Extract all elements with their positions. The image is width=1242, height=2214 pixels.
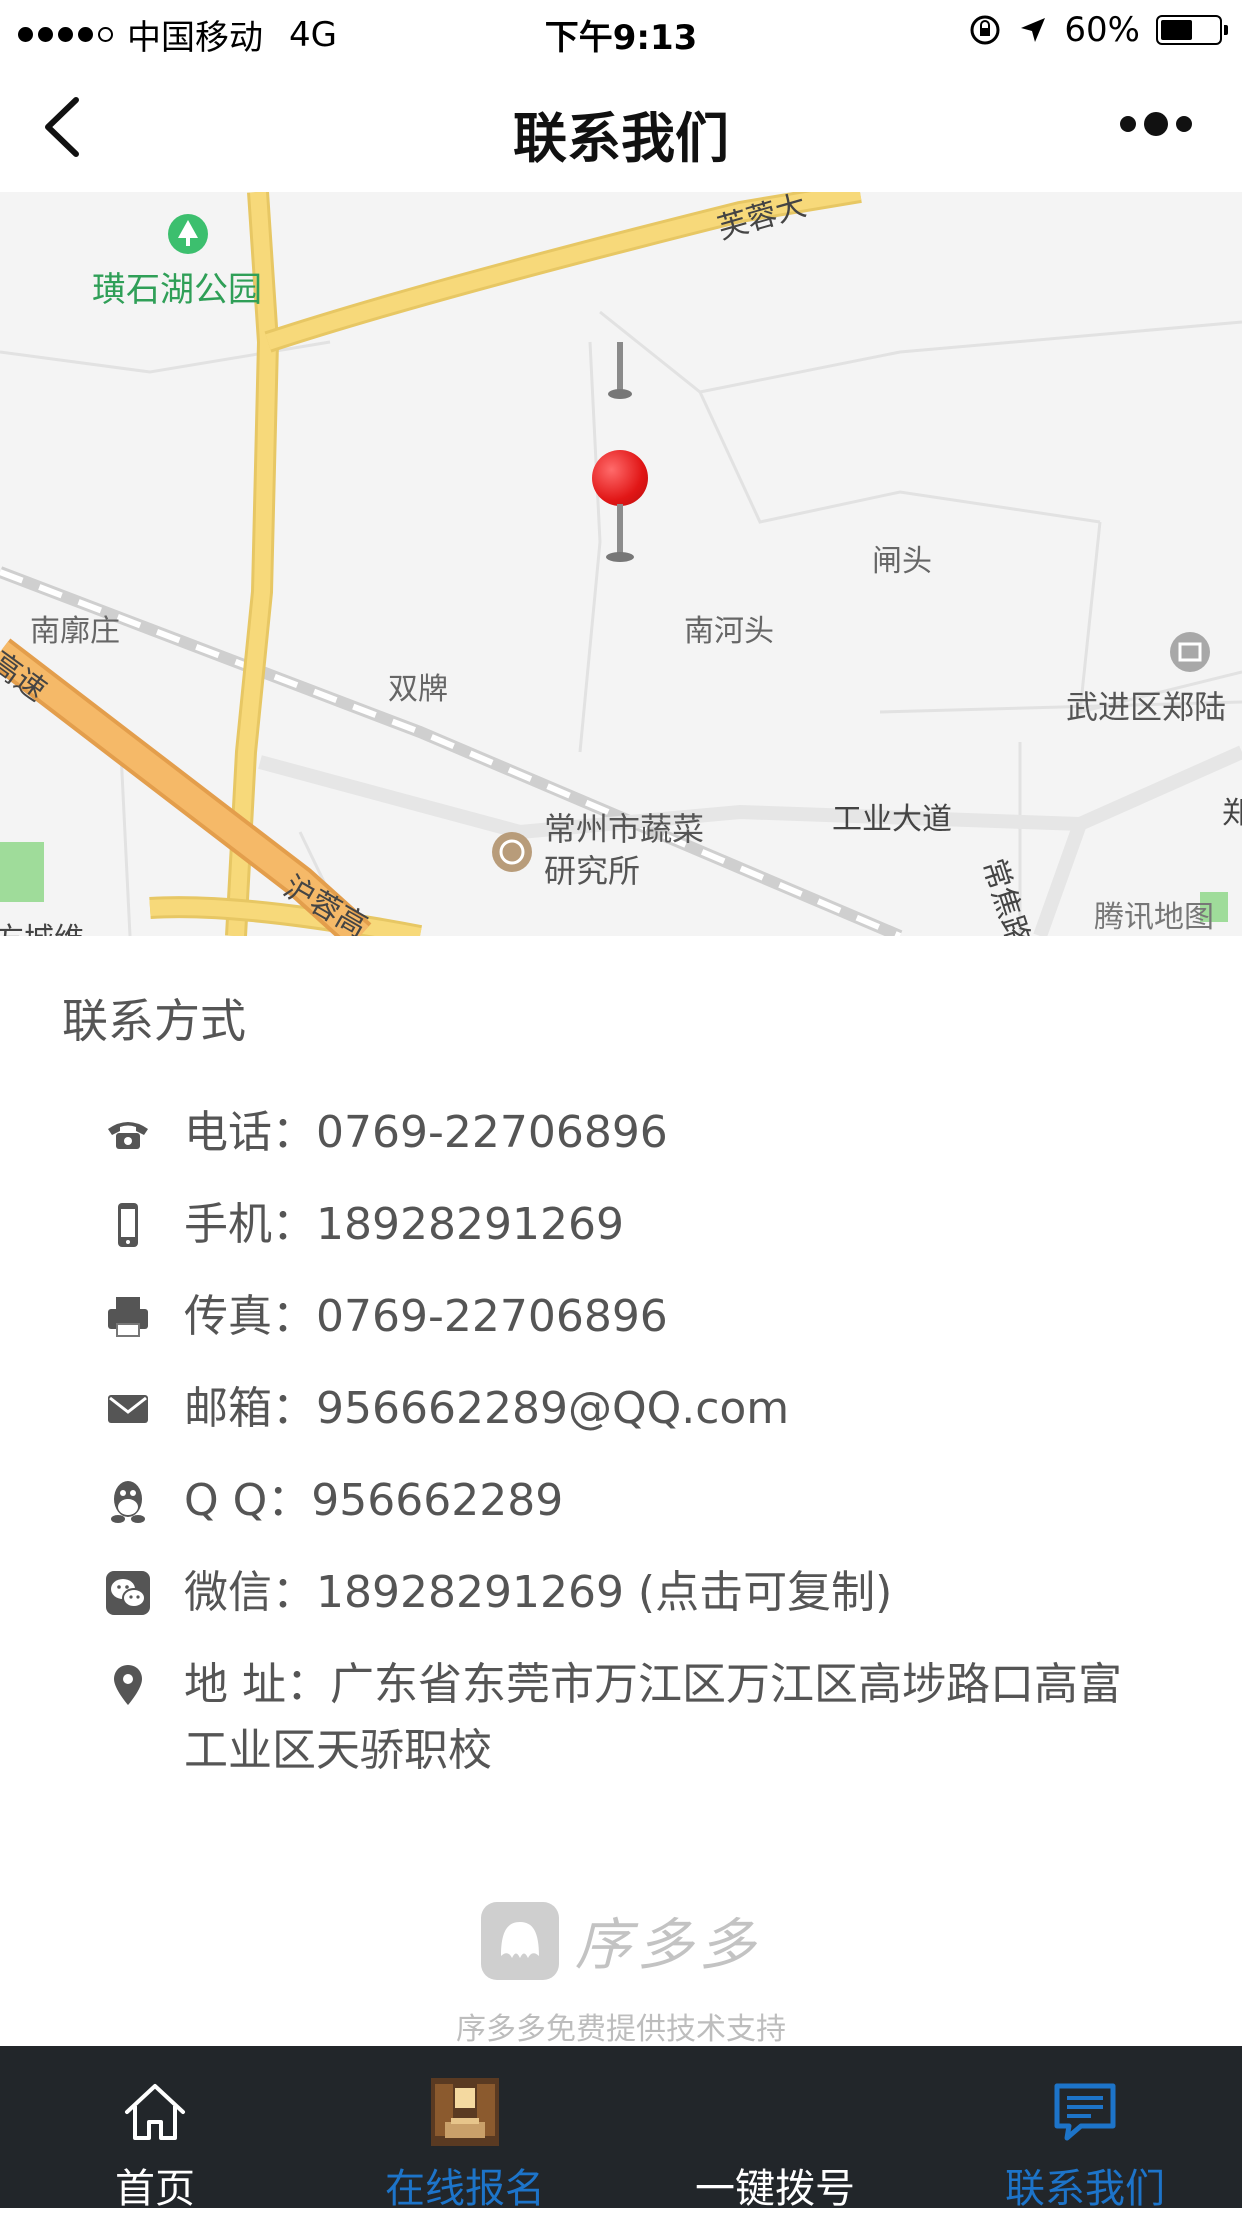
mobile-icon <box>118 1203 138 1247</box>
brand-footer: 序多多 序多多免费提供技术支持 <box>0 1900 1242 2048</box>
phone-icon <box>108 1122 148 1149</box>
dial-icon <box>741 2078 809 2146</box>
map-pin-icon[interactable] <box>592 450 648 506</box>
contact-email-text: 邮箱：956662289@QQ.com <box>184 1383 790 1434</box>
qq-icon <box>111 1481 145 1523</box>
tech-support-text: 序多多免费提供技术支持 <box>456 2011 786 2047</box>
tab-online-signup-label: 在线报名 <box>385 2166 545 2212</box>
tab-dial-label: 一键拨号 <box>695 2166 855 2212</box>
wechat-icon <box>106 1571 150 1615</box>
octopus-logo-icon <box>481 1901 559 1980</box>
tencent-map-logo: 腾讯地图 <box>1094 900 1214 935</box>
brand-name: 序多多 <box>575 1913 761 1978</box>
room-photo-icon <box>431 2078 499 2146</box>
map-label-shuangpai: 双牌 <box>388 672 448 707</box>
contact-qq-text: Q Q：956662289 <box>184 1475 564 1526</box>
home-icon <box>125 2084 185 2140</box>
contact-phone-text: 电话：0769-22706896 <box>184 1107 668 1158</box>
tab-home[interactable]: 首页 <box>0 2046 310 2212</box>
tab-bar: 首页 在线报名 一键拨号 联系我们 <box>0 2046 1242 2212</box>
map-pin-needle <box>617 504 623 554</box>
location-arrow-icon <box>1021 18 1046 42</box>
brand-logo[interactable]: 序多多 <box>481 1900 761 1981</box>
rotation-lock-icon <box>970 15 1000 45</box>
page-title: 联系我们 <box>513 107 729 170</box>
fax-icon <box>108 1297 148 1337</box>
map-label-chengwei: 方城维 <box>0 914 84 936</box>
map-pin-shadow <box>606 552 634 562</box>
map-label-wujin: 武进区郑陆 <box>1066 688 1227 726</box>
status-right: 60% <box>968 10 1228 50</box>
map-label-nankuozhuang: 南廓庄 <box>30 614 120 649</box>
battery-percent: 60% <box>1064 10 1140 50</box>
map-label-zhatou: 闸头 <box>872 544 932 579</box>
map-label-gongye-road: 工业大道 <box>832 802 952 837</box>
map-label-institute-2: 研究所 <box>544 852 641 890</box>
map-label-institute-1: 常州市蔬菜 <box>544 810 705 848</box>
tab-contact-us[interactable]: 联系我们 <box>930 2046 1240 2212</box>
map-label-right-edge: 郑 <box>1222 796 1242 831</box>
tab-home-label: 首页 <box>115 2166 195 2212</box>
contact-heading: 联系方式 <box>62 994 246 1048</box>
contact-mobile-text: 手机：18928291269 <box>184 1199 624 1250</box>
map-label-nanhetou: 南河头 <box>684 614 774 649</box>
mail-icon <box>108 1395 148 1423</box>
map-label-park: 璜石湖公园 <box>92 270 262 310</box>
more-dots-icon[interactable] <box>1120 112 1192 136</box>
contact-wechat-text: 微信：18928291269 (点击可复制) <box>184 1567 893 1618</box>
nav-bar: 联系我们 <box>0 62 1242 192</box>
contact-address-text: 地 址：广东省东莞市万江区万江区高埗路口高富工业区天骄职校 <box>184 1659 1122 1776</box>
contact-fax-text: 传真：0769-22706896 <box>184 1291 668 1342</box>
tab-contact-us-label: 联系我们 <box>1005 2166 1165 2212</box>
map-view[interactable]: 璜石湖公园 芙蓉大 闸头 南廓庄 南河头 双牌 武进区郑陆 高速 常州市蔬菜 研… <box>0 192 1242 936</box>
location-icon <box>114 1665 142 1705</box>
tab-online-signup[interactable]: 在线报名 <box>310 2046 620 2212</box>
chat-icon <box>1054 2083 1116 2141</box>
tab-dial[interactable]: 一键拨号 <box>620 2046 930 2212</box>
battery-icon <box>1156 15 1228 45</box>
status-bar: 中国移动 4G 下午9:13 60% <box>0 0 1242 62</box>
